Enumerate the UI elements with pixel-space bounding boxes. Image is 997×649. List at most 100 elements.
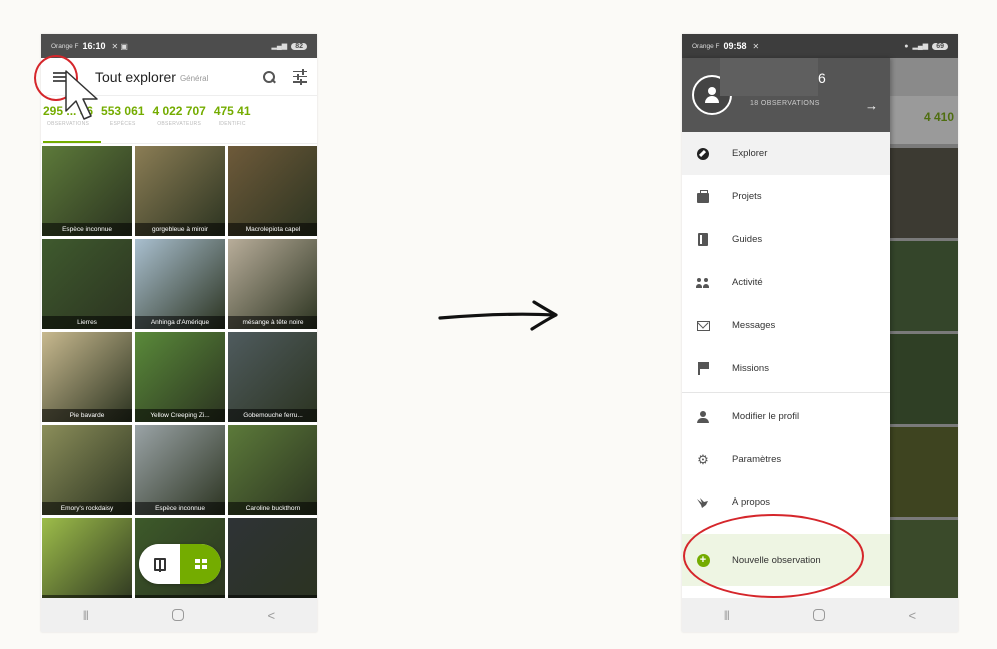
stat-value: 4 022 707 [152, 104, 206, 118]
observation-thumbnail[interactable]: Mouches, taons et ... [42, 518, 132, 608]
carrier-label: Orange F [51, 42, 79, 50]
menu-item-guides[interactable]: Guides [682, 218, 890, 261]
clock: 16:10 [82, 41, 106, 51]
stat-observers[interactable]: 4 022 707 Observateurs [152, 96, 213, 143]
system-icons: ● ▂▄▆ 69 [904, 42, 948, 50]
compass-icon [696, 147, 710, 161]
observation-caption: mésange à tête noire [228, 316, 317, 329]
recent-apps-icon[interactable]: ||| [83, 610, 89, 621]
observation-thumbnail[interactable]: Lierres [42, 239, 132, 329]
flag-icon [696, 362, 710, 376]
observation-caption: Lierres [42, 316, 132, 329]
grid-icon [194, 559, 207, 569]
back-icon[interactable]: < [908, 608, 916, 623]
observation-caption: Gobemouche ferru... [228, 409, 317, 422]
menu-item-parametres[interactable]: ⚙ Paramètres [682, 438, 890, 481]
bg-stat-value: 4 410 [923, 110, 954, 124]
stat-label: Identific [218, 121, 246, 127]
battery-icon: 69 [932, 42, 948, 50]
observation-thumbnail[interactable]: Yellow Creeping Zi... [135, 332, 225, 422]
observation-caption: Espèce inconnue [135, 502, 225, 515]
redacted-username [720, 58, 818, 96]
status-bar: Orange F 09:58 ✕ ● ▂▄▆ 69 [682, 34, 958, 58]
menu-item-label: Modifier le profil [732, 411, 800, 422]
envelope-icon [696, 319, 710, 333]
search-icon[interactable] [263, 70, 275, 83]
cursor-arrow-icon [65, 70, 98, 120]
carrier-label: Orange F [692, 42, 720, 50]
menu-item-label: À propos [732, 497, 771, 508]
observation-thumbnail[interactable]: Ancistrus Velvet Ge... [228, 518, 317, 608]
highlight-circle-new-observation [683, 514, 864, 598]
back-icon[interactable]: < [267, 608, 275, 623]
stat-species[interactable]: 553 061 Espèces [101, 96, 152, 143]
observation-thumbnail[interactable]: gorgebleue à miroir [135, 146, 225, 236]
observation-thumbnail[interactable]: Gobemouche ferru... [228, 332, 317, 422]
menu-item-label: Missions [732, 363, 769, 374]
people-icon [696, 276, 710, 290]
gear-icon: ⚙ [697, 451, 709, 467]
stat-value: 475 41 [213, 104, 251, 118]
menu-item-label: Projets [732, 191, 762, 202]
briefcase-icon [696, 189, 710, 204]
menu-item-missions[interactable]: Missions [682, 347, 890, 390]
view-toggle [139, 544, 221, 584]
filter-icon[interactable] [293, 69, 307, 84]
observation-count: 18 OBSERVATIONS [750, 100, 820, 107]
signal-icon: ▂▄▆ [912, 43, 929, 50]
observation-thumbnail[interactable]: Espèce inconnue [135, 425, 225, 515]
menu-item-label: Activité [732, 277, 763, 288]
notification-icons: ✕ ▣ [111, 41, 128, 51]
grid-view-button[interactable] [180, 544, 221, 584]
bg-thumb [888, 148, 958, 238]
home-icon[interactable] [812, 609, 825, 621]
observation-thumbnail[interactable]: Emory's rockdaisy [42, 425, 132, 515]
observation-thumbnail[interactable]: Pie bavarde [42, 332, 132, 422]
android-nav-bar: ||| < [682, 598, 958, 632]
stat-label: Observateurs [157, 121, 202, 127]
observation-caption: Emory's rockdaisy [42, 502, 132, 515]
location-icon: ● [904, 42, 909, 50]
map-icon [153, 557, 166, 572]
top-actions [263, 69, 307, 84]
menu-item-activite[interactable]: Activité [682, 261, 890, 304]
user-icon [704, 87, 720, 103]
home-icon[interactable] [171, 609, 184, 621]
drawer-profile-header[interactable]: 6 18 OBSERVATIONS → [682, 58, 890, 132]
recent-apps-icon[interactable]: ||| [724, 610, 730, 621]
observation-thumbnail[interactable]: Anhinga d'Amérique [135, 239, 225, 329]
menu-item-modifier-profil[interactable]: Modifier le profil [682, 395, 890, 438]
menu-item-projets[interactable]: Projets [682, 175, 890, 218]
menu-item-messages[interactable]: Messages [682, 304, 890, 347]
observation-thumbnail[interactable]: Macrolepiota capel [228, 146, 317, 236]
bg-thumb [888, 427, 958, 517]
menu-item-label: Explorer [732, 148, 768, 159]
tutorial-canvas: Orange F 16:10 ✕ ▣ ▂▄▆ 82 Tout explorer … [0, 0, 997, 649]
bird-icon [696, 496, 710, 510]
username-suffix: 6 [818, 70, 826, 86]
bg-thumb [888, 241, 958, 331]
clock: 09:58 [723, 41, 747, 51]
observation-thumbnail[interactable]: Espèce inconnue [42, 146, 132, 236]
observation-caption: Macrolepiota capel [228, 223, 317, 236]
system-icons: ▂▄▆ 82 [271, 42, 307, 50]
observation-thumbnail[interactable]: mésange à tête noire [228, 239, 317, 329]
observation-thumbnail[interactable]: Caroline buckthorn [228, 425, 317, 515]
observation-caption: Anhinga d'Amérique [135, 316, 225, 329]
map-view-button[interactable] [139, 544, 180, 584]
notification-icons: ✕ [752, 41, 760, 51]
stat-identifiers[interactable]: 475 41 Identific [214, 96, 259, 143]
menu-item-label: Messages [732, 320, 776, 331]
observation-caption: Espèce inconnue [42, 223, 132, 236]
observation-caption: Yellow Creeping Zi... [135, 409, 225, 422]
bg-thumb [888, 520, 958, 598]
observation-grid: Espèce inconnue gorgebleue à miroir Macrol… [41, 144, 317, 608]
observation-caption: Caroline buckthorn [228, 502, 317, 515]
menu-item-explorer[interactable]: Explorer [682, 132, 890, 175]
status-bar: Orange F 16:10 ✕ ▣ ▂▄▆ 82 [41, 34, 317, 58]
menu-divider [682, 392, 890, 393]
person-icon [696, 410, 710, 424]
arrow-right-icon[interactable]: → [865, 98, 878, 113]
observation-caption: gorgebleue à miroir [135, 223, 225, 236]
book-icon [696, 233, 710, 247]
